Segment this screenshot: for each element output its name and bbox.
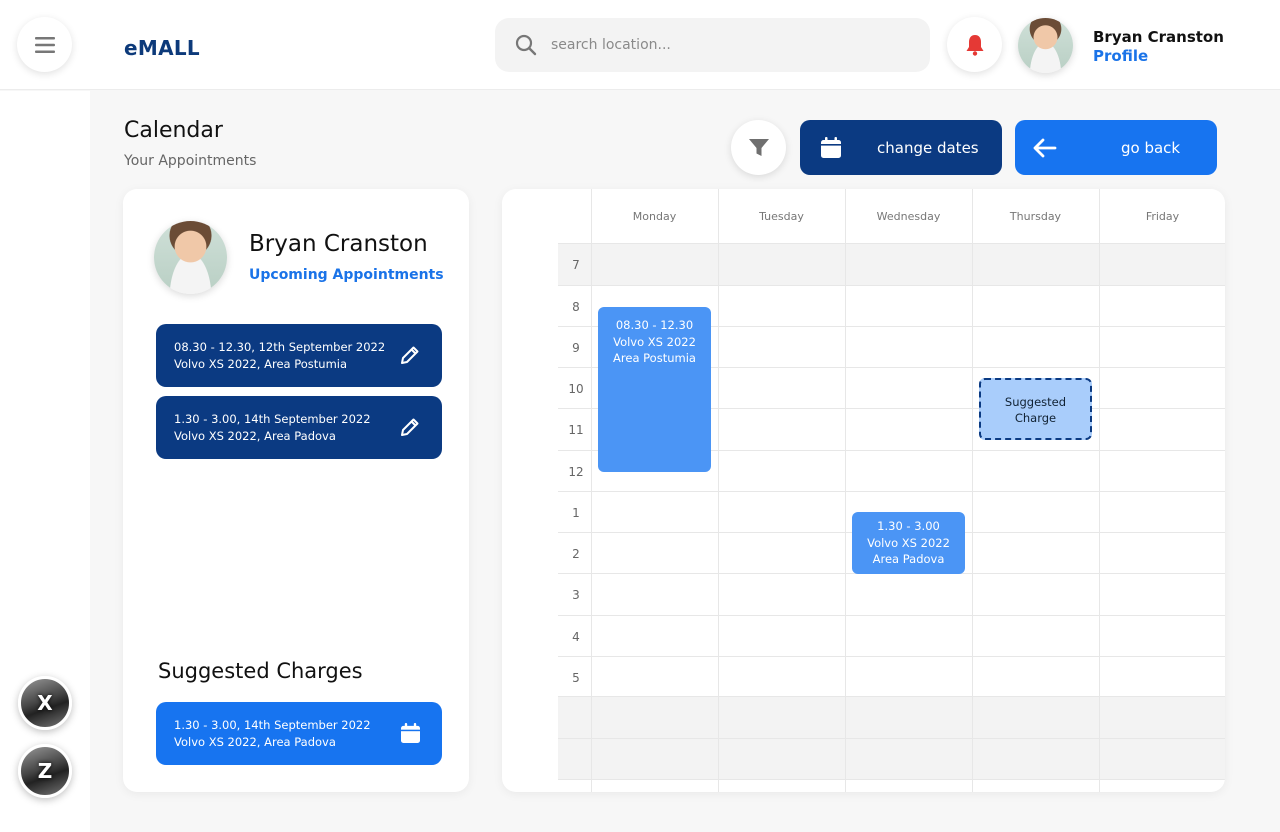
filter-button[interactable]: [731, 120, 786, 175]
card-user-name: Bryan Cranston: [249, 231, 428, 257]
suggested-charges-title: Suggested Charges: [158, 659, 363, 683]
appointment-item[interactable]: 08.30 - 12.30, 12th September 2022 Volvo…: [156, 324, 442, 387]
suggested-charge-item[interactable]: 1.30 - 3.00, 14th September 2022 Volvo X…: [156, 702, 442, 765]
filter-icon: [748, 138, 769, 156]
grid-line: [558, 696, 1225, 697]
event-time: 1.30 - 3.00: [877, 519, 940, 533]
change-dates-label: change dates: [877, 138, 979, 157]
day-header-friday: Friday: [1145, 210, 1180, 223]
hour-label: 7: [572, 258, 580, 272]
hour-label: 3: [572, 588, 580, 602]
off-hours-row: [558, 243, 1225, 285]
go-back-button[interactable]: go back: [1015, 120, 1217, 175]
pencil-icon[interactable]: [400, 417, 420, 437]
event-area: Area Padova: [872, 552, 945, 566]
event-area: Area Postumia: [613, 351, 696, 365]
profile-link[interactable]: Profile: [1093, 47, 1148, 65]
suggested-charge-event[interactable]: Suggested Charge: [979, 378, 1092, 440]
car-x-label: X: [37, 691, 53, 715]
hour-label: 5: [572, 671, 580, 685]
event-time: 08.30 - 12.30: [615, 318, 694, 332]
pencil-icon[interactable]: [400, 345, 420, 365]
change-dates-button[interactable]: change dates: [800, 120, 1002, 175]
event-car: Volvo XS 2022: [867, 535, 950, 550]
appointment-item[interactable]: 1.30 - 3.00, 14th September 2022 Volvo X…: [156, 396, 442, 459]
calendar-grid: Monday Tuesday Wednesday Thursday Friday…: [502, 189, 1225, 792]
calendar-event-wednesday[interactable]: 1.30 - 3.00 Volvo XS 2022 Area Padova: [852, 512, 965, 574]
hour-label: 4: [572, 630, 580, 644]
grid-line: [558, 738, 1225, 739]
calendar-icon[interactable]: [401, 723, 420, 743]
car-x-button[interactable]: X: [18, 676, 72, 730]
upcoming-appointments-link[interactable]: Upcoming Appointments: [249, 267, 444, 283]
event-car: Volvo XS 2022: [613, 334, 696, 349]
calendar-icon: [821, 137, 841, 158]
grid-line: [558, 615, 1225, 616]
brand-logo[interactable]: eMALL: [124, 36, 200, 60]
page-title: Calendar: [124, 118, 223, 143]
left-rail: X Z: [0, 91, 90, 832]
hour-label: 11: [568, 423, 584, 437]
hour-label: 2: [572, 547, 580, 561]
hour-label: 10: [568, 382, 584, 396]
appointments-card: Bryan Cranston Upcoming Appointments 08.…: [123, 189, 469, 792]
user-name: Bryan Cranston: [1093, 28, 1224, 46]
grid-line: [558, 779, 1225, 780]
page-subtitle: Your Appointments: [124, 153, 257, 169]
card-avatar: [154, 221, 227, 294]
grid-line: [558, 491, 1225, 492]
menu-button[interactable]: [17, 17, 72, 72]
search-icon: [515, 34, 537, 56]
menu-icon: [34, 36, 55, 53]
hour-label: 9: [572, 341, 580, 355]
grid-line: [558, 243, 1225, 244]
off-hours-row: [558, 738, 1225, 780]
calendar-event-monday[interactable]: 08.30 - 12.30 Volvo XS 2022 Area Postumi…: [598, 307, 711, 472]
car-z-label: Z: [37, 759, 53, 783]
hour-label: 8: [572, 300, 580, 314]
search-bar: [495, 18, 930, 72]
go-back-label: go back: [1121, 138, 1181, 157]
grid-line: [558, 285, 1225, 286]
suggested-event-line2: Charge: [1014, 411, 1057, 425]
day-header-tuesday: Tuesday: [759, 210, 804, 223]
search-input[interactable]: [551, 37, 891, 53]
user-avatar[interactable]: [1018, 18, 1073, 73]
notifications-button[interactable]: [947, 17, 1002, 72]
day-header-monday: Monday: [632, 210, 677, 223]
grid-line: [558, 656, 1225, 657]
car-z-button[interactable]: Z: [18, 744, 72, 798]
top-bar: eMALL Bryan Cranston Profile: [0, 0, 1280, 90]
hour-label: 1: [572, 506, 580, 520]
arrow-left-icon: [1033, 138, 1057, 157]
suggested-event-line1: Suggested: [1004, 395, 1067, 409]
day-header-thursday: Thursday: [1009, 210, 1062, 223]
hour-label: 12: [568, 465, 584, 479]
bell-icon: [966, 34, 983, 56]
day-header-wednesday: Wednesday: [876, 210, 941, 223]
off-hours-row: [558, 696, 1225, 738]
